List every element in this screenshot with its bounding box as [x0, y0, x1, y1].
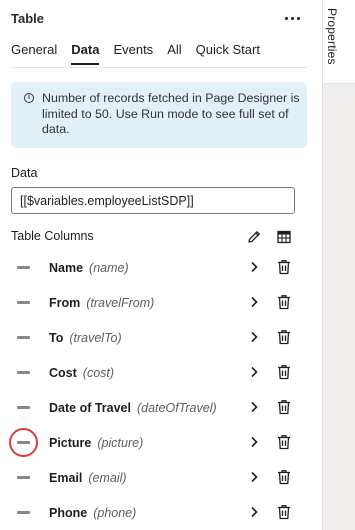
- drag-handle-icon[interactable]: [17, 336, 30, 339]
- column-row-picture[interactable]: Picture (picture): [0, 427, 322, 461]
- column-row-name[interactable]: Name (name): [0, 252, 322, 286]
- info-text: Number of records fetched in Page Design…: [42, 91, 300, 136]
- drag-handle-icon[interactable]: [17, 266, 30, 269]
- trash-icon[interactable]: [277, 469, 291, 485]
- column-label: Name: [49, 261, 84, 275]
- highlight-circle: [9, 428, 38, 457]
- column-row-from[interactable]: From (travelFrom): [0, 287, 322, 321]
- trash-icon[interactable]: [277, 399, 291, 415]
- table-icon[interactable]: [276, 229, 292, 245]
- tab-general[interactable]: General: [11, 42, 57, 65]
- column-label: To: [49, 331, 64, 345]
- column-field: (email): [88, 471, 127, 485]
- column-field: (dateOfTravel): [136, 401, 217, 415]
- tab-events[interactable]: Events: [113, 42, 153, 65]
- trash-icon[interactable]: [277, 434, 291, 450]
- trash-icon[interactable]: [277, 364, 291, 380]
- trash-icon[interactable]: [277, 259, 291, 275]
- drag-handle-icon[interactable]: [17, 371, 30, 374]
- chevron-right-icon[interactable]: [247, 505, 261, 519]
- column-field: (picture): [97, 436, 144, 450]
- info-message: i Number of records fetched in Page Desi…: [11, 82, 307, 148]
- panel-title: Table: [11, 11, 44, 26]
- column-label: From: [49, 296, 81, 310]
- trash-icon[interactable]: [277, 504, 291, 520]
- properties-rail-label: Properties: [325, 8, 339, 65]
- chevron-right-icon[interactable]: [247, 330, 261, 344]
- chevron-right-icon[interactable]: [247, 295, 261, 309]
- tab-all[interactable]: All: [167, 42, 181, 65]
- column-field: (travelTo): [69, 331, 122, 345]
- pencil-icon[interactable]: [246, 229, 262, 245]
- tab-quick-start[interactable]: Quick Start: [196, 42, 260, 65]
- column-row-to[interactable]: To (travelTo): [0, 322, 322, 356]
- info-icon: i: [24, 93, 34, 103]
- data-label: Data: [11, 166, 38, 180]
- column-label: Phone: [49, 506, 88, 520]
- trash-icon[interactable]: [277, 294, 291, 310]
- tab-bar: General Data Events All Quick Start: [11, 42, 274, 65]
- table-columns-label: Table Columns: [11, 229, 94, 243]
- column-label: Picture: [49, 436, 92, 450]
- column-label: Cost: [49, 366, 77, 380]
- trash-icon[interactable]: [277, 329, 291, 345]
- column-row-email[interactable]: Email (email): [0, 462, 322, 496]
- chevron-right-icon[interactable]: [247, 365, 261, 379]
- tab-data[interactable]: Data: [71, 42, 100, 65]
- more-icon[interactable]: [281, 8, 303, 28]
- chevron-right-icon[interactable]: [247, 400, 261, 414]
- column-label: Email: [49, 471, 83, 485]
- column-row-cost[interactable]: Cost (cost): [0, 357, 322, 391]
- right-rail: Properties: [322, 0, 355, 530]
- drag-handle-icon[interactable]: [17, 476, 30, 479]
- chevron-right-icon[interactable]: [247, 260, 261, 274]
- chevron-right-icon[interactable]: [247, 435, 261, 449]
- chevron-right-icon[interactable]: [247, 470, 261, 484]
- column-label: Date of Travel: [49, 401, 131, 415]
- properties-rail-tab[interactable]: Properties: [323, 0, 355, 84]
- column-field: (cost): [82, 366, 115, 380]
- drag-handle-icon[interactable]: [17, 511, 30, 514]
- column-field: (phone): [93, 506, 137, 520]
- properties-panel: Table General Data Events All Quick Star…: [0, 0, 322, 530]
- drag-handle-icon[interactable]: [17, 301, 30, 304]
- drag-handle-icon[interactable]: [17, 406, 30, 409]
- tabs-divider: [11, 67, 307, 68]
- data-input[interactable]: [11, 187, 295, 214]
- column-field: (name): [89, 261, 129, 275]
- column-row-date-of-travel[interactable]: Date of Travel (dateOfTravel): [0, 392, 322, 426]
- column-row-phone[interactable]: Phone (phone): [0, 497, 322, 530]
- column-field: (travelFrom): [86, 296, 155, 310]
